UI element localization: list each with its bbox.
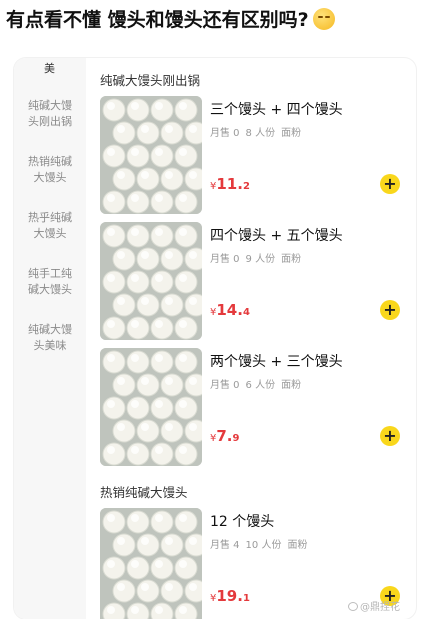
headline-text: 有点看不懂 馒头和馒头还有区别吗? [6,9,309,31]
product-meta: 月售 4 10 人份 面粉 [210,536,313,551]
price-integer: 14. [216,301,243,319]
serving-size: 10 人份 [245,540,282,551]
sidebar-item-line: 热乎纯碱 [28,211,72,224]
product-meta: 月售 0 6 人份 面粉 [210,376,307,391]
monthly-sales: 月售 0 [210,380,240,391]
product-price: ¥14.4 [210,300,250,319]
weibo-watermark: @鼎捏花 [348,598,400,613]
sidebar-item-line: 大馒头 [33,171,67,184]
price-integer: 11. [216,175,243,193]
price-integer: 7. [216,427,233,445]
product-name: 四个馒头 + 五个馒头 [210,228,343,244]
ingredient: 面粉 [281,254,302,265]
sidebar-item-line: 碱大馒头 [28,283,72,296]
serving-size: 9 人份 [245,254,276,265]
product-meta: 月售 0 9 人份 面粉 [210,250,307,265]
sidebar-item-line: 纯手工纯 [28,267,72,280]
ingredient: 面粉 [281,380,302,391]
watermark-text: @鼎捏花 [360,602,400,613]
price-decimal: 2 [242,181,250,192]
product-card[interactable]: 三个馒头 + 四个馒头 月售 0 8 人份 面粉 ¥11.2 + [100,96,400,216]
monthly-sales: 月售 0 [210,254,240,265]
sidebar-item-warm[interactable]: 热乎纯碱 大馒头 [20,210,80,242]
price-decimal: 9 [232,433,240,444]
serving-size: 6 人份 [245,380,276,391]
product-price: ¥11.2 [210,174,250,193]
monthly-sales: 月售 4 [210,540,240,551]
product-meta: 月售 0 8 人份 面粉 [210,124,307,139]
product-price: ¥19.1 [210,586,250,605]
sidebar-item-line: 纯碱大馒 [28,99,72,112]
sidebar-item-line: 纯碱大馒 [28,323,72,336]
product-name: 三个馒头 + 四个馒头 [210,102,343,118]
monthly-sales: 月售 0 [210,128,240,139]
add-to-cart-button[interactable]: + [380,426,400,446]
section-title-fresh: 纯碱大馒头刚出锅 [100,73,201,88]
add-to-cart-button[interactable]: + [380,174,400,194]
price-integer: 19. [216,587,243,605]
post-headline: 有点看不懂 馒头和馒头还有区别吗? [6,4,420,36]
sidebar-item-line: 大馒头 [33,227,67,240]
shushing-face-emoji-icon [312,8,335,30]
ingredient: 面粉 [287,540,308,551]
menu-card: 美 纯碱大馒 头刚出锅 热销纯碱 大馒头 热乎纯碱 大馒头 纯手工纯 碱大馒头 … [14,58,416,619]
price-decimal: 4 [242,307,250,318]
sidebar-item-line: 头美味 [33,339,67,352]
product-card[interactable]: 四个馒头 + 五个馒头 月售 0 9 人份 面粉 ¥14.4 + [100,222,400,342]
steamed-buns-photo [100,348,202,466]
sidebar-item-line: 热销纯碱 [28,155,72,168]
steamed-buns-photo [100,222,202,340]
product-name: 两个馒头 + 三个馒头 [210,354,343,370]
sidebar-item-hot-selling[interactable]: 热销纯碱 大馒头 [20,154,80,186]
sidebar-top-fragment: 美 [44,62,55,75]
serving-size: 8 人份 [245,128,276,139]
steamed-buns-photo [100,96,202,214]
section-title-hot-selling: 热销纯碱大馒头 [100,485,188,500]
sidebar-item-tasty[interactable]: 纯碱大馒 头美味 [20,322,80,354]
add-to-cart-button[interactable]: + [380,300,400,320]
weibo-logo-icon [348,602,358,611]
sidebar-item-line: 头刚出锅 [28,115,72,128]
product-card[interactable]: 两个馒头 + 三个馒头 月售 0 6 人份 面粉 ¥7.9 + [100,348,400,468]
sidebar-item-fresh[interactable]: 纯碱大馒 头刚出锅 [20,98,80,130]
price-decimal: 1 [242,593,250,604]
ingredient: 面粉 [281,128,302,139]
steamed-buns-photo [100,508,202,619]
product-price: ¥7.9 [210,426,239,445]
sidebar-item-handmade[interactable]: 纯手工纯 碱大馒头 [20,266,80,298]
product-name: 12 个馒头 [210,514,275,530]
category-sidebar: 美 纯碱大馒 头刚出锅 热销纯碱 大馒头 热乎纯碱 大馒头 纯手工纯 碱大馒头 … [14,58,86,619]
